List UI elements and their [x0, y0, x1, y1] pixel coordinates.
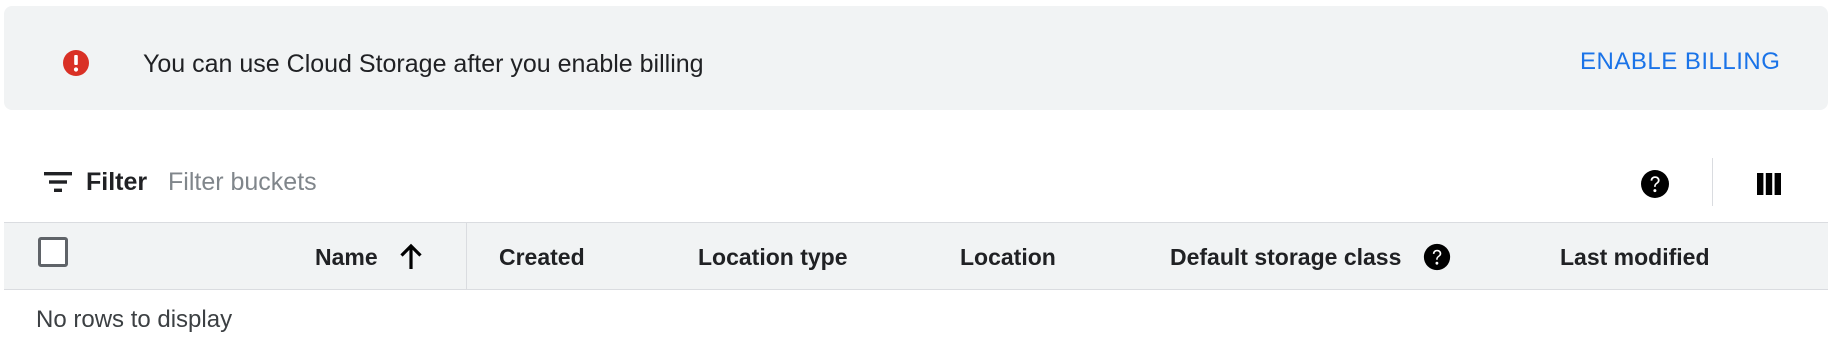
table-header: Name Created Location type Location Defa… [4, 222, 1828, 290]
column-header-created[interactable]: Created [499, 243, 585, 271]
empty-table-message: No rows to display [36, 306, 233, 333]
filter-label: Filter [86, 168, 148, 196]
column-header-last-modified[interactable]: Last modified [1560, 243, 1710, 271]
filter-buckets-input[interactable] [168, 162, 668, 202]
filter-list-icon[interactable] [44, 170, 72, 194]
column-header-default-storage-class[interactable]: Default storage class [1170, 243, 1401, 271]
help-icon[interactable] [1422, 242, 1452, 272]
filter-toolbar: Filter [0, 148, 1828, 218]
view-column-icon[interactable] [1755, 170, 1783, 198]
select-all-checkbox[interactable] [38, 237, 68, 267]
column-divider[interactable] [466, 223, 467, 289]
toolbar-divider [1712, 158, 1713, 206]
column-header-location[interactable]: Location [960, 243, 1056, 271]
arrow-upward-icon[interactable] [396, 242, 426, 272]
column-header-name[interactable]: Name [315, 243, 378, 271]
billing-message: You can use Cloud Storage after you enab… [143, 50, 704, 78]
enable-billing-button[interactable]: ENABLE BILLING [1568, 42, 1792, 82]
column-header-location-type[interactable]: Location type [698, 243, 848, 271]
help-icon[interactable] [1639, 168, 1671, 200]
error-icon [63, 50, 89, 76]
billing-banner: You can use Cloud Storage after you enab… [4, 6, 1828, 110]
